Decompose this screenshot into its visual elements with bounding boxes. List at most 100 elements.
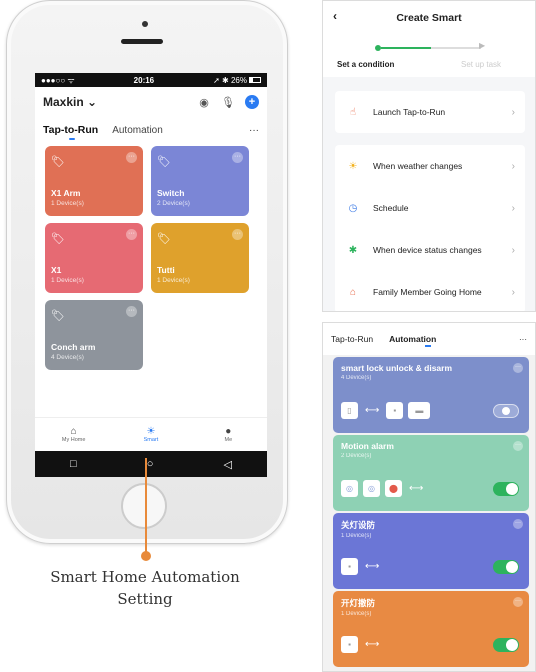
automation-toggle[interactable] (493, 404, 519, 418)
add-icon[interactable]: + (245, 95, 259, 109)
microphone-icon[interactable]: 🎙 (221, 96, 235, 109)
caption-line-1: Smart Home Automation (50, 568, 240, 586)
launch-card: ☝ Launch Tap-to-Run › (335, 91, 525, 133)
home-header: Maxkin ⌄ ◉ 🎙 + (35, 87, 267, 111)
device-chips: ▪ ⟷ (341, 558, 381, 575)
scene-device-count: 1 Device(s) (51, 277, 84, 284)
scene-tile[interactable]: 🏷 ··· Conch arm 4 Device(s) (45, 300, 143, 370)
more-menu-icon[interactable]: ··· (519, 335, 527, 344)
caption: Smart Home Automation Setting (20, 566, 270, 610)
tab-tap-to-run[interactable]: Tap-to-Run (43, 124, 98, 136)
condition-label: When device status changes (373, 245, 482, 255)
condition-label: Launch Tap-to-Run (373, 107, 446, 117)
scene-device-count: 1 Device(s) (157, 277, 190, 284)
earpiece-speaker (121, 39, 163, 44)
status-time: 20:16 (133, 75, 155, 85)
recent-apps-icon[interactable]: □ (70, 458, 77, 470)
nav-me[interactable]: ● Me (198, 426, 258, 443)
tag-icon: 🏷 (157, 156, 171, 168)
automation-toggle[interactable] (493, 482, 519, 496)
battery-status: ➚ ✱ 26% (213, 76, 261, 85)
device-chips: ▯ ⟷ ▪ ▬ (341, 402, 431, 419)
more-options-icon[interactable]: ··· (513, 519, 523, 529)
callout-line (145, 458, 147, 554)
automation-card[interactable]: Motion alarm 2 Device(s) ··· ◎ ◎ ⬤ ⟷ (333, 435, 529, 511)
automation-toggle[interactable] (493, 560, 519, 574)
nav-smart[interactable]: ☀ Smart (121, 426, 181, 443)
phone-screen: ●●●○○ ᯤ 20:16 ➚ ✱ 26% Maxkin ⌄ ◉ 🎙 + Tap… (35, 73, 267, 477)
tag-icon: 🏷 (157, 233, 171, 245)
back-triangle-icon[interactable]: ◁ (223, 458, 231, 471)
condition-label: Family Member Going Home (373, 287, 482, 297)
scene-device-count: 1 Device(s) (51, 200, 84, 207)
condition-family-member[interactable]: ⌂ Family Member Going Home › (335, 271, 525, 311)
automation-name: 开灯撤防 (341, 598, 376, 608)
door-lock-icon: ▯ (341, 402, 358, 419)
scene-tile[interactable]: 🏷 ··· X1 1 Device(s) (45, 223, 143, 293)
automation-name: 关灯设防 (341, 520, 376, 530)
active-tab-indicator (425, 345, 431, 347)
scene-name: X1 (51, 265, 62, 275)
condition-schedule[interactable]: ◷ Schedule › (335, 187, 525, 229)
family-home-icon: ⌂ (349, 286, 357, 298)
gateway-icon: ▬ (408, 402, 431, 419)
nav-my-home[interactable]: ⌂ My Home (44, 426, 104, 443)
tab-automation[interactable]: Automation (112, 125, 163, 136)
page-title: Create Smart (396, 12, 462, 24)
automation-device-count: 1 Device(s) (341, 533, 372, 539)
more-options-icon[interactable]: ··· (126, 229, 137, 240)
scene-device-count: 4 Device(s) (51, 354, 84, 361)
step-arrow-icon: ▶ (479, 41, 486, 50)
scene-name: Tutti (157, 265, 175, 275)
more-options-icon[interactable]: ··· (513, 597, 523, 607)
device-chips: ▪ ⟷ (341, 636, 381, 653)
scene-tile[interactable]: 🏷 ··· Tutti 1 Device(s) (151, 223, 249, 293)
scene-tile[interactable]: 🏷 ··· X1 Arm 1 Device(s) (45, 146, 143, 216)
automation-tabs: Tap-to-Run Automation ··· (323, 323, 535, 355)
automation-toggle[interactable] (493, 638, 519, 652)
tab-tap-to-run[interactable]: Tap-to-Run (331, 334, 373, 344)
callout-dot (141, 551, 151, 561)
home-button[interactable] (121, 483, 167, 529)
header-tools: ◉ 🎙 + (197, 95, 259, 109)
automation-card[interactable]: 开灯撤防 1 Device(s) ··· ▪ ⟷ (333, 591, 529, 667)
device-icon: ✱ (348, 244, 358, 256)
device-chips: ◎ ◎ ⬤ ⟷ (341, 480, 425, 497)
sun-icon: ☀ (146, 426, 156, 437)
back-chevron-icon[interactable]: ‹ (333, 9, 337, 23)
device-icon: ▪ (341, 558, 358, 575)
tag-icon: 🏷 (51, 156, 65, 168)
hand-tap-icon: ☝ (349, 106, 357, 118)
camera-icon[interactable]: ◉ (197, 96, 211, 109)
automation-name: smart lock unlock & disarm (341, 363, 453, 373)
tab-automation[interactable]: Automation (389, 334, 436, 344)
scene-name: Switch (157, 188, 185, 198)
condition-weather[interactable]: ☀ When weather changes › (335, 145, 525, 187)
more-options-icon[interactable]: ··· (513, 441, 523, 451)
condition-device-status[interactable]: ✱ When device status changes › (335, 229, 525, 271)
home-selector[interactable]: Maxkin ⌄ (43, 95, 97, 109)
automation-device-count: 2 Device(s) (341, 453, 372, 459)
home-circle-icon[interactable]: ○ (147, 458, 154, 470)
automation-card[interactable]: 关灯设防 1 Device(s) ··· ▪ ⟷ (333, 513, 529, 589)
more-options-icon[interactable]: ··· (126, 306, 137, 317)
create-smart-header: ‹ Create Smart (323, 1, 535, 35)
home-icon: ⌂ (70, 426, 77, 437)
more-options-icon[interactable]: ··· (126, 152, 137, 163)
smart-tabs: Tap-to-Run Automation ··· (35, 111, 267, 141)
nav-label: Me (224, 437, 233, 443)
motion-sensor-icon: ◎ (341, 480, 358, 497)
signal-indicator: ●●●○○ ᯤ (41, 75, 75, 85)
chevron-right-icon: › (511, 286, 515, 298)
location-pin-icon: ⬤ (385, 480, 402, 497)
arrow-icon: ⟷ (409, 483, 424, 494)
automation-card[interactable]: smart lock unlock & disarm 4 Device(s) ·… (333, 357, 529, 433)
more-options-icon[interactable]: ··· (232, 152, 243, 163)
scene-tile[interactable]: 🏷 ··· Switch 2 Device(s) (151, 146, 249, 216)
more-menu-icon[interactable]: ··· (249, 125, 259, 136)
arrow-icon: ⟷ (365, 561, 380, 572)
more-options-icon[interactable]: ··· (232, 229, 243, 240)
condition-launch-tap-to-run[interactable]: ☝ Launch Tap-to-Run › (335, 91, 525, 133)
more-options-icon[interactable]: ··· (513, 363, 523, 373)
front-camera (142, 21, 148, 27)
